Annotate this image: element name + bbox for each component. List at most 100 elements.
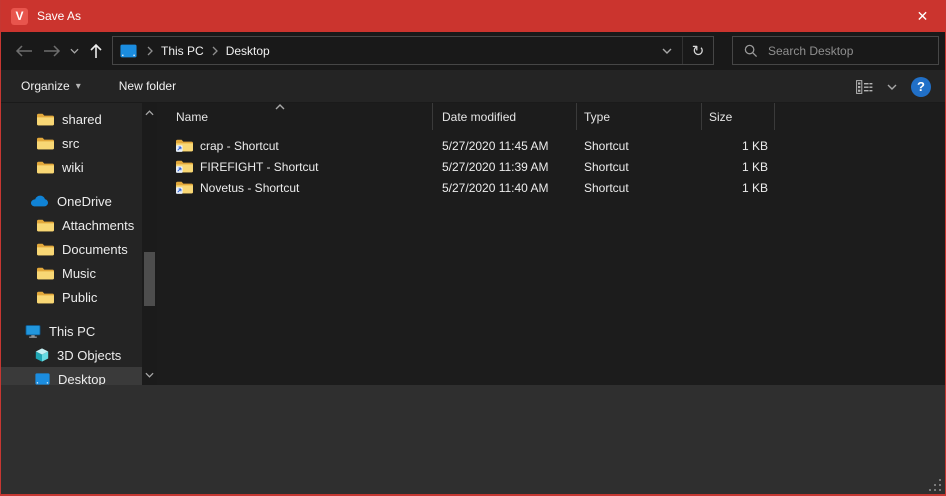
navigation-pane: shared src wiki OneDrive Attachment xyxy=(1,103,157,385)
sidebar-group-gap xyxy=(1,179,142,189)
sidebar-item-music[interactable]: Music xyxy=(1,261,142,285)
onedrive-cloud-icon xyxy=(30,195,49,207)
address-dropdown-button[interactable] xyxy=(652,37,682,64)
sidebar-group-gap xyxy=(1,309,142,319)
file-date: 5/27/2020 11:45 AM xyxy=(433,139,577,153)
folder-icon xyxy=(37,219,54,232)
file-name: crap - Shortcut xyxy=(200,139,279,153)
file-list: Name Date modified Type Size xyxy=(157,103,945,385)
address-bar[interactable]: This PC Desktop ↻ xyxy=(112,36,714,65)
close-button[interactable]: ✕ xyxy=(900,0,945,32)
sidebar-item-label: Public xyxy=(62,290,97,305)
folder-icon xyxy=(37,243,54,256)
sidebar-item-label: Attachments xyxy=(62,218,134,233)
breadcrumb-chevron-icon xyxy=(143,46,157,56)
search-placeholder: Search Desktop xyxy=(768,44,853,58)
breadcrumb-chevron-icon xyxy=(208,46,222,56)
column-header-size[interactable]: Size xyxy=(702,103,775,130)
sidebar-item-label: Music xyxy=(62,266,96,281)
column-header-type[interactable]: Type xyxy=(577,103,702,130)
column-headers: Name Date modified Type Size xyxy=(157,103,945,130)
folder-shortcut-icon xyxy=(176,139,193,152)
search-icon xyxy=(744,44,758,58)
back-button[interactable] xyxy=(13,40,35,62)
sidebar-item-label: src xyxy=(62,136,79,151)
view-options-dropdown[interactable] xyxy=(887,84,897,90)
file-row[interactable]: FIREFIGHT - Shortcut 5/27/2020 11:39 AM … xyxy=(157,156,945,177)
details-view-icon[interactable] xyxy=(856,80,873,94)
sidebar-item-attachments[interactable]: Attachments xyxy=(1,213,142,237)
folder-icon xyxy=(37,137,54,150)
scrollbar-thumb[interactable] xyxy=(144,252,155,306)
organize-label: Organize xyxy=(21,79,70,93)
computer-icon xyxy=(25,325,41,338)
help-button[interactable]: ? xyxy=(911,77,931,97)
file-size: 1 KB xyxy=(702,181,775,195)
sidebar-item-wiki[interactable]: wiki xyxy=(1,155,142,179)
save-as-dialog: V Save As ✕ This PC Desktop ↻ Search Des… xyxy=(0,0,946,496)
breadcrumb-this-pc[interactable]: This PC xyxy=(157,44,208,58)
file-row[interactable]: Novetus - Shortcut 5/27/2020 11:40 AM Sh… xyxy=(157,177,945,198)
column-label: Name xyxy=(176,110,208,124)
sidebar-item-label: OneDrive xyxy=(57,194,112,209)
folder-icon xyxy=(37,291,54,304)
sidebar-item-public[interactable]: Public xyxy=(1,285,142,309)
search-box[interactable]: Search Desktop xyxy=(732,36,939,65)
content-area: shared src wiki OneDrive Attachment xyxy=(1,103,945,385)
new-folder-label: New folder xyxy=(119,79,176,93)
command-toolbar: Organize ▾ New folder ? xyxy=(1,70,945,103)
up-button[interactable] xyxy=(85,40,107,62)
sidebar-item-label: shared xyxy=(62,112,102,127)
sidebar-item-shared[interactable]: shared xyxy=(1,107,142,131)
file-type: Shortcut xyxy=(577,139,702,153)
column-label: Date modified xyxy=(442,110,516,124)
sidebar-item-label: Desktop xyxy=(58,372,106,386)
sidebar-item-label: 3D Objects xyxy=(57,348,121,363)
dialog-footer: File name: LittleFluffyCloud.png Save as… xyxy=(1,385,945,494)
title-bar: V Save As ✕ xyxy=(1,0,945,32)
sidebar-item-label: This PC xyxy=(49,324,95,339)
navigation-bar: This PC Desktop ↻ Search Desktop xyxy=(1,32,945,70)
sidebar-item-label: wiki xyxy=(62,160,84,175)
resize-grip[interactable] xyxy=(927,477,941,491)
sidebar-item-3d-objects[interactable]: 3D Objects xyxy=(1,343,142,367)
file-name: Novetus - Shortcut xyxy=(200,181,299,195)
sidebar-item-desktop[interactable]: Desktop xyxy=(1,367,142,385)
chevron-down-icon: ▾ xyxy=(76,81,81,92)
desktop-icon xyxy=(35,373,50,385)
window-title: Save As xyxy=(37,9,81,23)
file-date: 5/27/2020 11:40 AM xyxy=(433,181,577,195)
folder-shortcut-icon xyxy=(176,181,193,194)
folder-icon xyxy=(37,113,54,126)
folder-icon xyxy=(37,161,54,174)
column-header-name[interactable]: Name xyxy=(157,103,433,130)
app-icon: V xyxy=(11,8,28,25)
desktop-location-icon xyxy=(120,44,137,58)
sidebar-item-documents[interactable]: Documents xyxy=(1,237,142,261)
sort-ascending-icon xyxy=(275,104,285,110)
file-size: 1 KB xyxy=(702,160,775,174)
file-name: FIREFIGHT - Shortcut xyxy=(200,160,318,174)
refresh-button[interactable]: ↻ xyxy=(682,37,713,64)
sidebar-item-onedrive[interactable]: OneDrive xyxy=(1,189,142,213)
file-size: 1 KB xyxy=(702,139,775,153)
column-label: Type xyxy=(584,110,610,124)
sidebar-scrollbar[interactable] xyxy=(142,103,157,385)
sidebar-item-this-pc[interactable]: This PC xyxy=(1,319,142,343)
new-folder-button[interactable]: New folder xyxy=(109,70,186,102)
cube-icon xyxy=(35,348,49,362)
file-type: Shortcut xyxy=(577,160,702,174)
scroll-up-icon[interactable] xyxy=(142,105,157,121)
breadcrumb-desktop[interactable]: Desktop xyxy=(222,44,274,58)
file-row[interactable]: crap - Shortcut 5/27/2020 11:45 AM Short… xyxy=(157,135,945,156)
recent-locations-dropdown[interactable] xyxy=(67,40,81,62)
column-header-date-modified[interactable]: Date modified xyxy=(433,103,577,130)
file-type: Shortcut xyxy=(577,181,702,195)
sidebar-item-src[interactable]: src xyxy=(1,131,142,155)
column-label: Size xyxy=(709,110,732,124)
scroll-down-icon[interactable] xyxy=(142,367,157,383)
folder-icon xyxy=(37,267,54,280)
file-date: 5/27/2020 11:39 AM xyxy=(433,160,577,174)
forward-button[interactable] xyxy=(41,40,63,62)
organize-button[interactable]: Organize ▾ xyxy=(11,70,91,102)
